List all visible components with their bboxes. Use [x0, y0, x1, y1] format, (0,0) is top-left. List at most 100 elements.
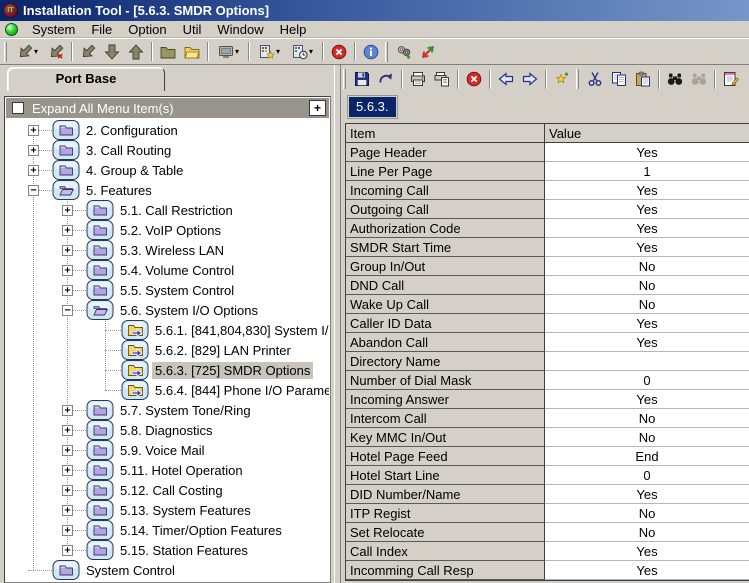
value-cell[interactable]: Yes	[545, 219, 749, 238]
table-row[interactable]: Hotel Start Line0	[346, 466, 749, 485]
expand-toggle[interactable]: +	[62, 525, 73, 536]
tree-item[interactable]: +5.15. Station Features	[6, 540, 329, 560]
expand-all-plus-button[interactable]: +	[309, 100, 326, 116]
value-cell[interactable]: 0	[545, 371, 749, 390]
table-row[interactable]: Intercom CallNo	[346, 409, 749, 428]
tree-item[interactable]: +5.4. Volume Control	[6, 260, 329, 280]
tree-item[interactable]: +3. Call Routing	[6, 140, 329, 160]
gears-plus-button[interactable]	[392, 40, 416, 63]
expand-toggle[interactable]: +	[62, 205, 73, 216]
expand-toggle[interactable]: +	[62, 505, 73, 516]
disconnect-button[interactable]	[44, 40, 68, 63]
value-cell[interactable]: Yes	[545, 333, 749, 352]
expand-toggle[interactable]: +	[28, 145, 39, 156]
tree-item[interactable]: 5.6.2. [829] LAN Printer	[6, 340, 329, 360]
expand-all-header[interactable]: Expand All Menu Item(s) +	[6, 98, 329, 118]
value-cell[interactable]: No	[545, 504, 749, 523]
tree-item[interactable]: +4. Group & Table	[6, 160, 329, 180]
card-clock-button[interactable]: ▾	[286, 40, 319, 63]
menu-help[interactable]: Help	[272, 21, 315, 38]
menu-window[interactable]: Window	[209, 21, 271, 38]
redo-button[interactable]	[374, 68, 398, 91]
value-cell[interactable]: No	[545, 257, 749, 276]
tree-item[interactable]: +5.13. System Features	[6, 500, 329, 520]
table-row[interactable]: Outgoing CallYes	[346, 200, 749, 219]
value-cell[interactable]: Yes	[545, 561, 749, 580]
print-button[interactable]	[406, 68, 430, 91]
folder-yellow-button[interactable]	[180, 40, 204, 63]
edit-note-button[interactable]	[719, 68, 743, 91]
collapse-toggle[interactable]: −	[62, 305, 73, 316]
expand-toggle[interactable]: +	[62, 245, 73, 256]
tree-item[interactable]: +5.9. Voice Mail	[6, 440, 329, 460]
table-row[interactable]: Group In/OutNo	[346, 257, 749, 276]
menu-util[interactable]: Util	[175, 21, 210, 38]
cut-button[interactable]	[583, 68, 607, 91]
table-row[interactable]: DND CallNo	[346, 276, 749, 295]
save-button[interactable]	[350, 68, 374, 91]
value-cell[interactable]: Yes	[545, 485, 749, 504]
tree-item[interactable]: +5.1. Call Restriction	[6, 200, 329, 220]
value-cell[interactable]: Yes	[545, 181, 749, 200]
value-cell[interactable]: No	[545, 276, 749, 295]
column-header-value[interactable]: Value	[545, 124, 749, 143]
table-row[interactable]: Wake Up CallNo	[346, 295, 749, 314]
print-preview-button[interactable]	[430, 68, 454, 91]
expand-toggle[interactable]: +	[62, 405, 73, 416]
mdi-child-icon[interactable]	[5, 23, 18, 36]
table-row[interactable]: Incoming CallYes	[346, 181, 749, 200]
table-row[interactable]: Abandon CallYes	[346, 333, 749, 352]
tree-item[interactable]: +5.5. System Control	[6, 280, 329, 300]
star-add-button[interactable]	[550, 68, 574, 91]
expand-toggle[interactable]: +	[62, 485, 73, 496]
find-next-button[interactable]	[687, 68, 711, 91]
copy-button[interactable]	[607, 68, 631, 91]
tree-item[interactable]: +5.11. Hotel Operation	[6, 460, 329, 480]
collapse-toggle[interactable]: −	[28, 185, 39, 196]
menu-system[interactable]: System	[24, 21, 83, 38]
table-row[interactable]: Incomming Call RespYes	[346, 561, 749, 580]
find-button[interactable]	[663, 68, 687, 91]
tree-item[interactable]: +5.7. System Tone/Ring	[6, 400, 329, 420]
value-cell[interactable]: Yes	[545, 238, 749, 257]
nav-forward-button[interactable]	[518, 68, 542, 91]
tree-item[interactable]: +5.2. VoIP Options	[6, 220, 329, 240]
menu-option[interactable]: Option	[120, 21, 174, 38]
nav-back-button[interactable]	[494, 68, 518, 91]
table-row[interactable]: Set RelocateNo	[346, 523, 749, 542]
value-cell[interactable]: No	[545, 295, 749, 314]
tab-port-base[interactable]: Port Base	[7, 67, 165, 91]
stop-button[interactable]	[462, 68, 486, 91]
expand-toggle[interactable]: +	[28, 125, 39, 136]
table-row[interactable]: Call IndexYes	[346, 542, 749, 561]
tree-item[interactable]: −5. Features	[6, 180, 329, 200]
expand-toggle[interactable]: +	[62, 225, 73, 236]
expand-toggle[interactable]: +	[62, 445, 73, 456]
expand-toggle[interactable]: +	[62, 465, 73, 476]
expand-toggle[interactable]: +	[62, 425, 73, 436]
tree-item[interactable]: System Control	[6, 560, 329, 580]
info-button[interactable]	[359, 40, 383, 63]
download-button[interactable]	[100, 40, 124, 63]
expand-toggle[interactable]: +	[62, 285, 73, 296]
expand-toggle[interactable]: +	[28, 165, 39, 176]
table-row[interactable]: Line Per Page1	[346, 162, 749, 181]
table-row[interactable]: Authorization CodeYes	[346, 219, 749, 238]
value-cell[interactable]: End	[545, 447, 749, 466]
menu-file[interactable]: File	[83, 21, 120, 38]
table-row[interactable]: SMDR Start TimeYes	[346, 238, 749, 257]
value-cell[interactable]: No	[545, 523, 749, 542]
table-row[interactable]: Number of Dial Mask0	[346, 371, 749, 390]
value-cell[interactable]: Yes	[545, 200, 749, 219]
value-cell[interactable]: Yes	[545, 390, 749, 409]
tree-item[interactable]: +5.3. Wireless LAN	[6, 240, 329, 260]
upload-button[interactable]	[124, 40, 148, 63]
paste-button[interactable]	[631, 68, 655, 91]
value-cell[interactable]: 0	[545, 466, 749, 485]
column-header-item[interactable]: Item	[346, 124, 545, 143]
monitor-button[interactable]: ▾	[212, 40, 245, 63]
table-row[interactable]: DID Number/NameYes	[346, 485, 749, 504]
stop-button[interactable]	[327, 40, 351, 63]
link-button[interactable]	[76, 40, 100, 63]
table-row[interactable]: Caller ID DataYes	[346, 314, 749, 333]
